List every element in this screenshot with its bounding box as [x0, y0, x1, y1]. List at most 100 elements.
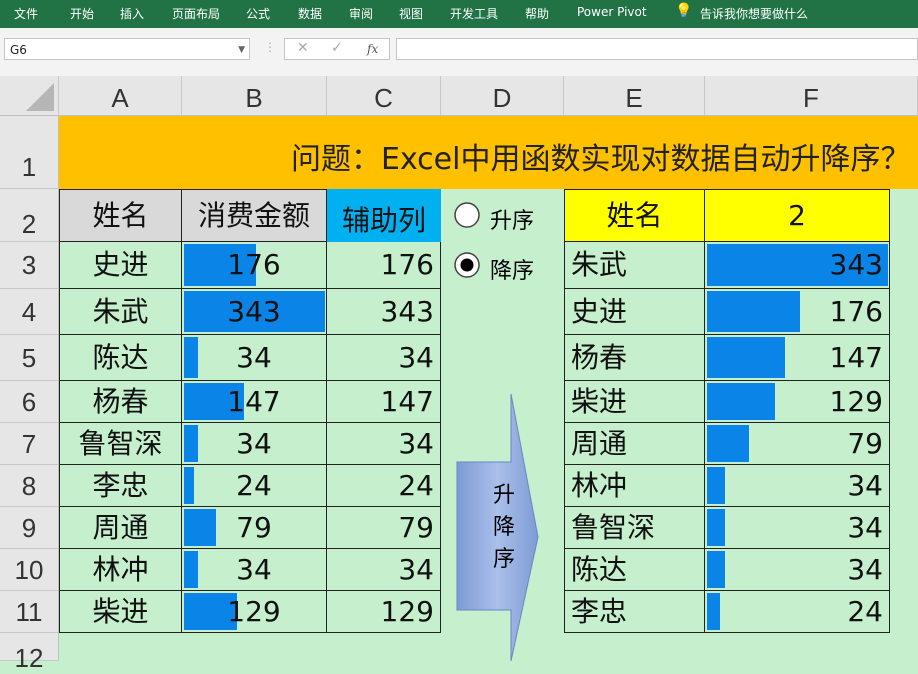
sorted-value-cell[interactable]: 129: [705, 381, 890, 423]
drag-handle-icon[interactable]: ⋮: [264, 40, 276, 54]
source-name-cell[interactable]: 李忠: [59, 465, 182, 507]
sorted-name-cell[interactable]: 柴进: [564, 381, 705, 423]
ascending-radio[interactable]: [452, 200, 482, 230]
sorted-name-cell[interactable]: 林冲: [564, 465, 705, 507]
source-amount-cell[interactable]: 176: [182, 242, 327, 289]
tab-view[interactable]: 视图: [399, 5, 423, 22]
sorted-value-cell[interactable]: 79: [705, 423, 890, 465]
source-header-amount[interactable]: 消费金额: [182, 189, 327, 242]
tab-review[interactable]: 审阅: [349, 5, 373, 22]
source-name-cell[interactable]: 周通: [59, 507, 182, 549]
source-name-cell[interactable]: 鲁智深: [59, 423, 182, 465]
sorted-value-cell[interactable]: 34: [705, 507, 890, 549]
sorted-value-cell[interactable]: 24: [705, 591, 890, 633]
source-name-cell[interactable]: 柴进: [59, 591, 182, 633]
formula-input[interactable]: [396, 38, 918, 60]
sorted-name-cell[interactable]: 周通: [564, 423, 705, 465]
sorted-value: 147: [829, 340, 883, 374]
sorted-value-cell[interactable]: 34: [705, 465, 890, 507]
row-header[interactable]: 11: [0, 591, 59, 633]
select-all-corner[interactable]: [0, 76, 59, 116]
row-header[interactable]: 2: [0, 189, 59, 242]
column-header-e[interactable]: E: [564, 76, 705, 116]
helper-cell[interactable]: 129: [327, 591, 441, 633]
sorted-value: 24: [847, 594, 883, 628]
tab-page-layout[interactable]: 页面布局: [172, 5, 220, 22]
source-amount-cell[interactable]: 79: [182, 507, 327, 549]
row-header[interactable]: 3: [0, 242, 59, 289]
row-header[interactable]: 6: [0, 381, 59, 423]
source-amount: 34: [236, 552, 272, 586]
row-header[interactable]: 8: [0, 465, 59, 507]
cancel-icon[interactable]: ✕: [297, 40, 309, 56]
source-amount-cell[interactable]: 34: [182, 335, 327, 381]
tab-developer[interactable]: 开发工具: [450, 5, 498, 22]
descending-radio[interactable]: [452, 250, 482, 280]
helper-cell[interactable]: 24: [327, 465, 441, 507]
insert-function-icon[interactable]: fx: [367, 42, 378, 56]
column-header-f[interactable]: F: [705, 76, 918, 116]
name-box[interactable]: G6 ▼: [4, 38, 250, 60]
tab-formulas[interactable]: 公式: [246, 5, 270, 22]
row-header[interactable]: 1: [0, 116, 59, 189]
data-bar: [707, 467, 725, 504]
source-amount-cell[interactable]: 343: [182, 289, 327, 335]
sorted-name-cell[interactable]: 杨春: [564, 335, 705, 381]
tab-power-pivot[interactable]: Power Pivot: [577, 5, 647, 19]
source-amount-cell[interactable]: 129: [182, 591, 327, 633]
tell-me-search[interactable]: 告诉我你想要做什么: [700, 5, 808, 22]
tab-data[interactable]: 数据: [298, 5, 322, 22]
row-header[interactable]: 7: [0, 423, 59, 465]
column-header-c[interactable]: C: [327, 76, 441, 116]
row-header[interactable]: 9: [0, 507, 59, 549]
row-header[interactable]: 12: [0, 633, 59, 673]
source-name-cell[interactable]: 史进: [59, 242, 182, 289]
column-header-b[interactable]: B: [182, 76, 327, 116]
sorted-name-cell[interactable]: 鲁智深: [564, 507, 705, 549]
title-cell[interactable]: 问题：Excel中用函数实现对数据自动升降序？: [59, 116, 918, 189]
source-name: 史进: [92, 248, 149, 281]
data-bar: [707, 593, 720, 630]
chevron-down-icon[interactable]: ▼: [238, 39, 245, 61]
row-header[interactable]: 5: [0, 335, 59, 381]
source-amount-cell[interactable]: 34: [182, 549, 327, 591]
source-amount: 24: [236, 468, 272, 502]
tab-file[interactable]: 文件: [14, 5, 38, 22]
helper-cell[interactable]: 34: [327, 423, 441, 465]
source-amount-cell[interactable]: 34: [182, 423, 327, 465]
sorted-name-cell[interactable]: 朱武: [564, 242, 705, 289]
column-header-d[interactable]: D: [441, 76, 564, 116]
tab-help[interactable]: 帮助: [525, 5, 549, 22]
ascending-label[interactable]: 升序: [490, 203, 534, 235]
enter-icon[interactable]: ✓: [331, 40, 343, 56]
sorted-value-cell[interactable]: 147: [705, 335, 890, 381]
source-name-cell[interactable]: 杨春: [59, 381, 182, 423]
source-name-cell[interactable]: 林冲: [59, 549, 182, 591]
helper-cell[interactable]: 34: [327, 335, 441, 381]
row-header[interactable]: 10: [0, 549, 59, 591]
source-amount-cell[interactable]: 147: [182, 381, 327, 423]
helper-cell[interactable]: 34: [327, 549, 441, 591]
sorted-name-cell[interactable]: 李忠: [564, 591, 705, 633]
tab-home[interactable]: 开始: [70, 5, 94, 22]
descending-label[interactable]: 降序: [490, 253, 534, 285]
source-amount-cell[interactable]: 24: [182, 465, 327, 507]
sorted-header-name[interactable]: 姓名: [564, 189, 705, 242]
sorted-value-cell[interactable]: 176: [705, 289, 890, 335]
source-header-helper[interactable]: 辅助列: [327, 189, 441, 242]
helper-cell[interactable]: 343: [327, 289, 441, 335]
sorted-value-cell[interactable]: 34: [705, 549, 890, 591]
sorted-name-cell[interactable]: 陈达: [564, 549, 705, 591]
source-name-cell[interactable]: 陈达: [59, 335, 182, 381]
sorted-header-order[interactable]: 2: [705, 189, 890, 242]
column-header-a[interactable]: A: [59, 76, 182, 116]
helper-cell[interactable]: 147: [327, 381, 441, 423]
row-header[interactable]: 4: [0, 289, 59, 335]
tab-insert[interactable]: 插入: [120, 5, 144, 22]
sorted-name-cell[interactable]: 史进: [564, 289, 705, 335]
helper-cell[interactable]: 79: [327, 507, 441, 549]
source-header-name[interactable]: 姓名: [59, 189, 182, 242]
helper-cell[interactable]: 176: [327, 242, 441, 289]
source-name-cell[interactable]: 朱武: [59, 289, 182, 335]
sorted-value-cell[interactable]: 343: [705, 242, 890, 289]
